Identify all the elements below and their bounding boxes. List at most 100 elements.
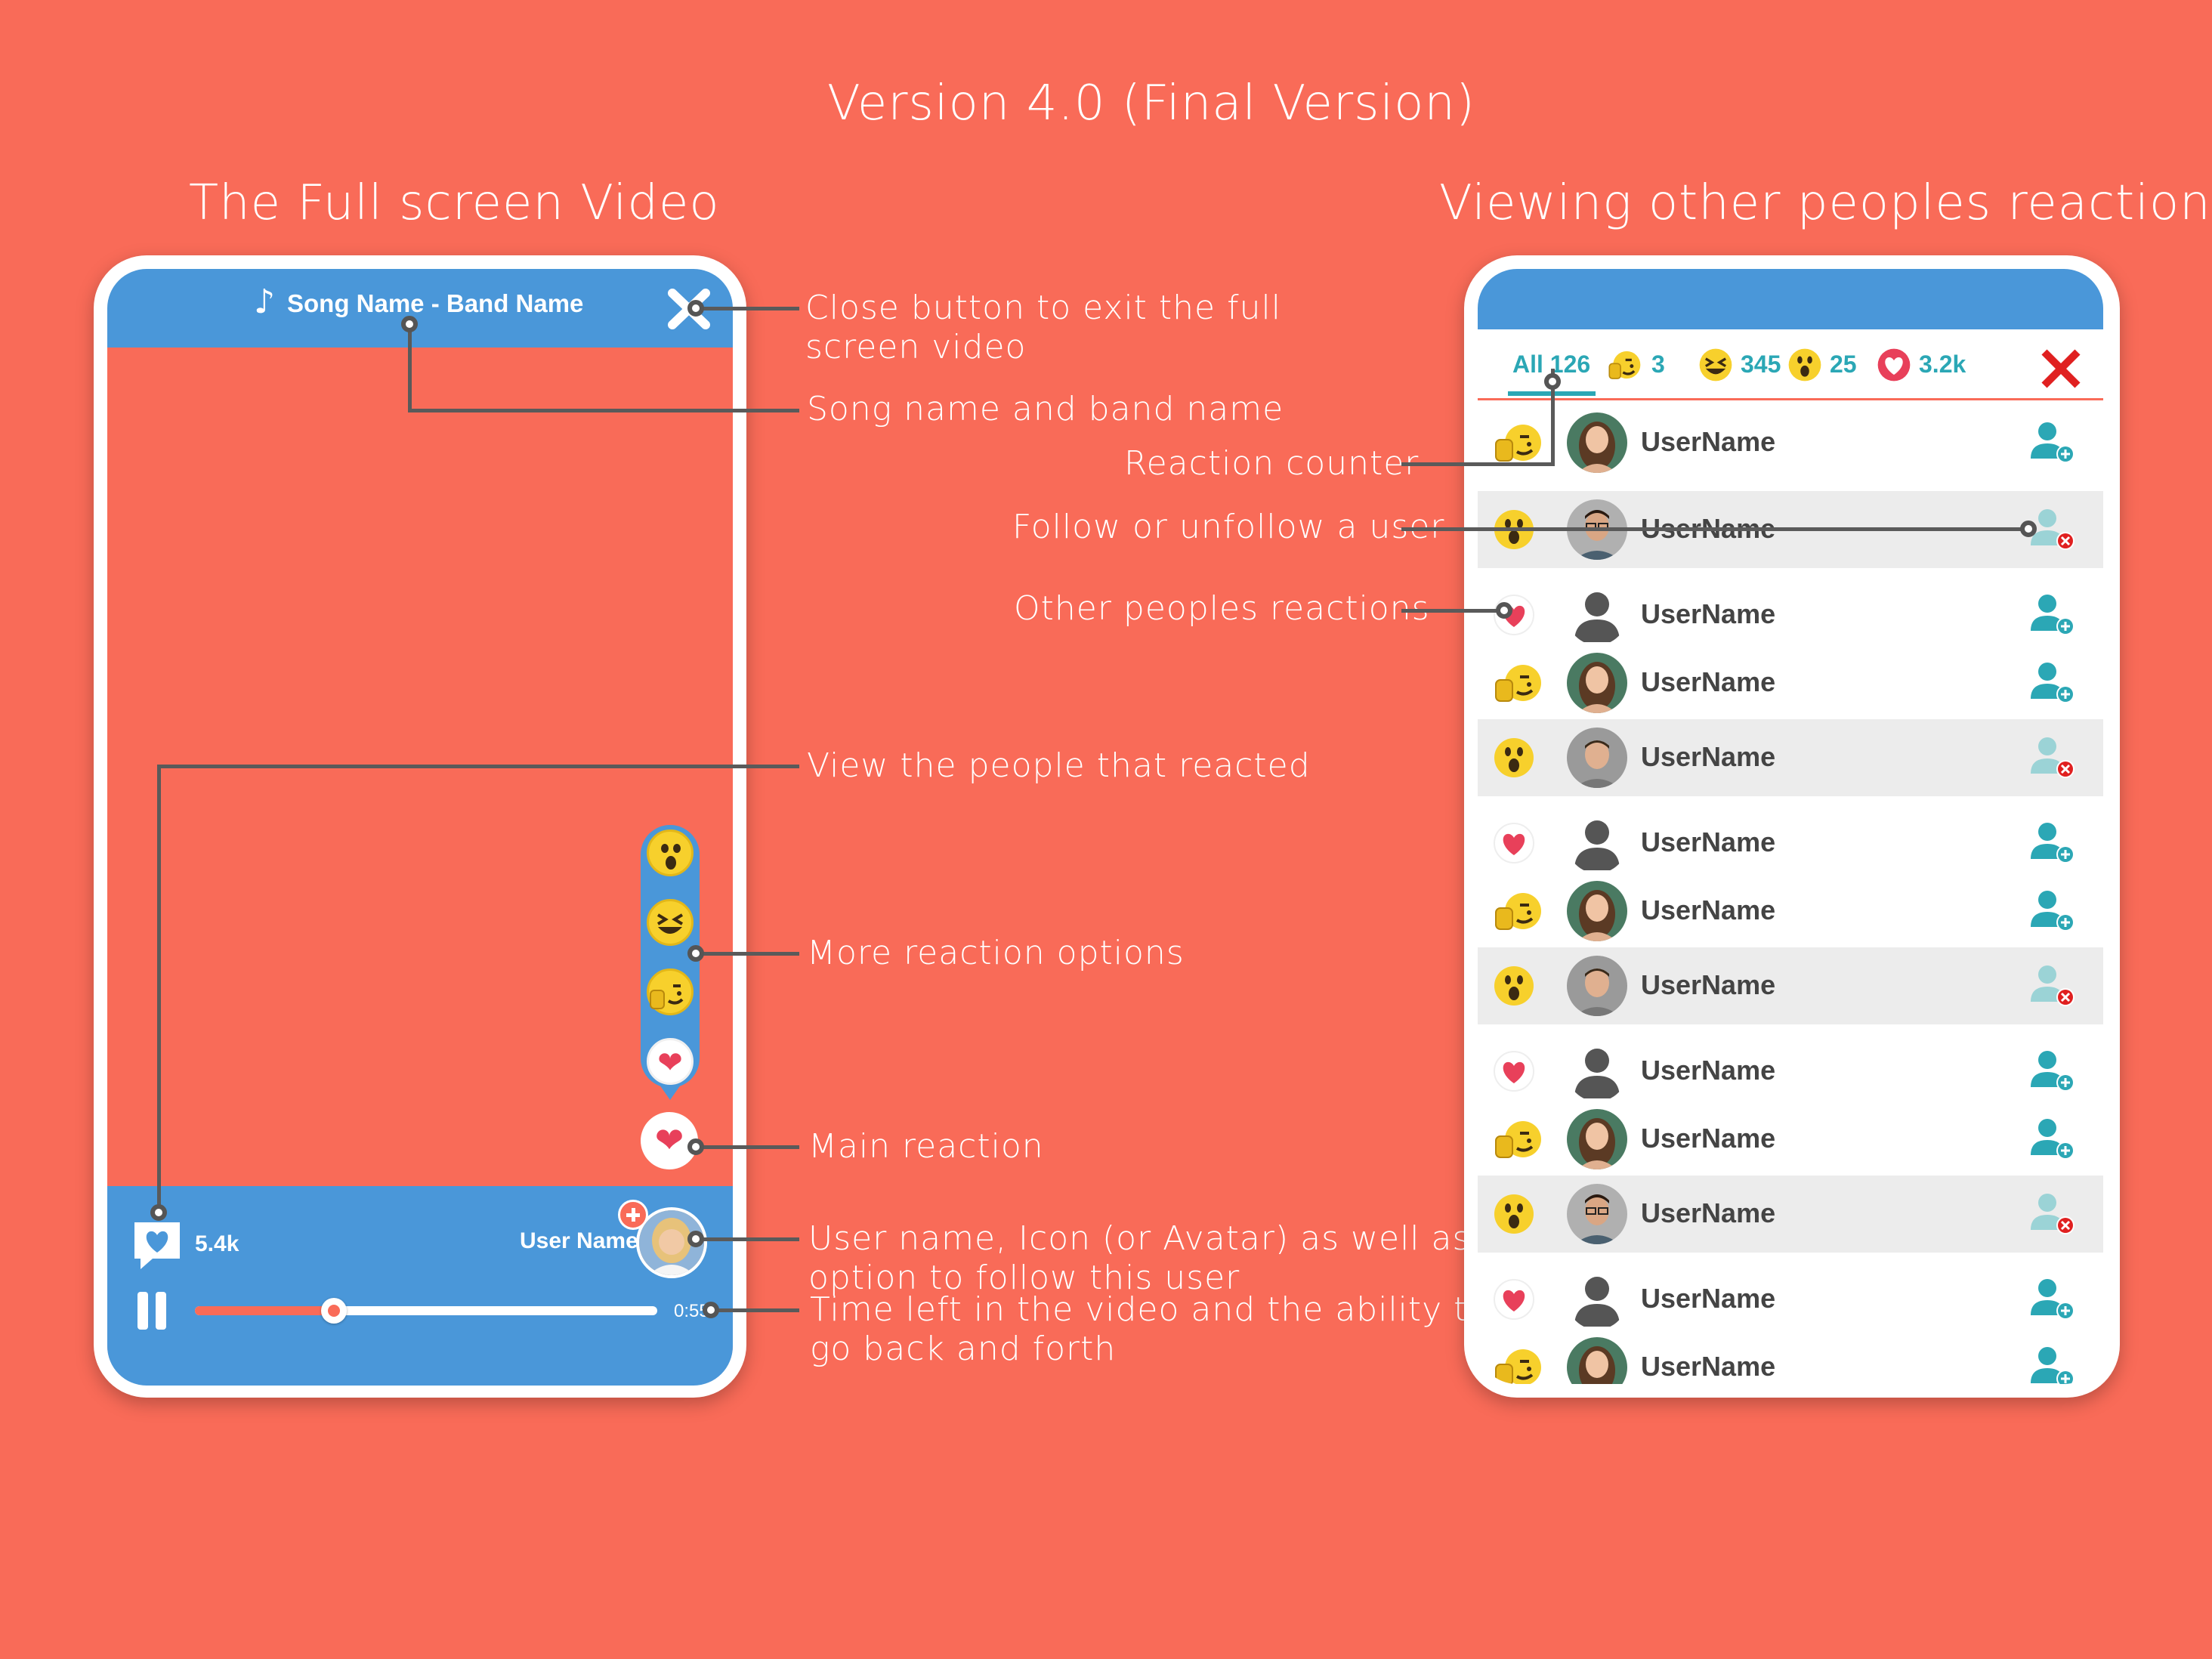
surprised-emoji[interactable]: [647, 830, 694, 876]
follow-callout-dot: [2020, 521, 2037, 537]
surprised-icon: [1788, 348, 1821, 382]
close-reactions-button[interactable]: [2040, 348, 2082, 390]
tab-thumbs-wink[interactable]: 3: [1605, 348, 1695, 385]
reaction-list-row[interactable]: UserName: [1478, 808, 2103, 878]
more-reactions-callout-dot: [687, 945, 704, 962]
view-reactors-button[interactable]: [130, 1218, 184, 1272]
heart-bubble-icon: [134, 1222, 180, 1269]
reaction-counter-callout-dot: [1544, 373, 1561, 390]
heart-reaction-icon: [1493, 1050, 1546, 1092]
heart-icon: [1877, 348, 1911, 382]
progress-handle[interactable]: [321, 1298, 347, 1324]
thumbs-wink-icon: [1608, 351, 1641, 379]
user-name[interactable]: UserName: [1641, 1123, 1775, 1154]
user-avatar[interactable]: [1567, 1184, 1627, 1244]
tab-laughing[interactable]: 345: [1698, 348, 1789, 385]
unfollow-user-button[interactable]: [2026, 731, 2079, 784]
reaction-list-row[interactable]: UserName: [1478, 1265, 2103, 1334]
follow-user-button[interactable]: [2026, 1273, 2079, 1326]
tabs-divider: [1478, 398, 2103, 400]
follow-user-plus-icon[interactable]: [618, 1200, 648, 1230]
progress-fill: [195, 1306, 334, 1315]
follow-user-button[interactable]: [2026, 1045, 2079, 1098]
reaction-list-row[interactable]: UserName: [1478, 1036, 2103, 1106]
tab-heart[interactable]: 3.2k: [1877, 348, 1975, 385]
user-avatar[interactable]: [1567, 881, 1627, 941]
music-note-icon: ♪: [254, 283, 276, 321]
song-callout-dot: [401, 316, 418, 332]
follow-user-button[interactable]: [2026, 817, 2079, 870]
user-name[interactable]: UserName: [1641, 969, 1775, 1001]
user-name[interactable]: UserName: [1641, 741, 1775, 773]
surprised-reaction-icon: [1493, 1193, 1546, 1235]
thumbs-wink-emoji[interactable]: [647, 969, 694, 1015]
user-avatar[interactable]: [1567, 653, 1627, 713]
user-name[interactable]: UserName: [1641, 894, 1775, 926]
more-reactions-annotation: More reaction options: [807, 934, 1185, 972]
tab-laughing-count: 345: [1741, 351, 1781, 378]
reaction-list-row[interactable]: UserName: [1478, 719, 2103, 796]
left-title: The Full screen Video: [189, 175, 720, 231]
thumbs-wink-reaction-icon: [1493, 890, 1546, 932]
unfollow-user-button[interactable]: [2026, 1188, 2079, 1240]
unfollow-user-button[interactable]: [2026, 959, 2079, 1012]
song-name-label: Song Name - Band Name: [287, 289, 584, 317]
user-name[interactable]: UserName: [1641, 598, 1775, 630]
thumbs-wink-reaction-icon: [1493, 662, 1546, 704]
follow-user-button[interactable]: [2026, 589, 2079, 641]
reaction-list-row[interactable]: UserName: [1478, 1333, 2103, 1384]
tab-surprised[interactable]: 25: [1787, 348, 1871, 385]
reaction-picker-pointer: [660, 1085, 681, 1100]
reaction-list-row[interactable]: UserName: [1478, 1104, 2103, 1174]
user-name[interactable]: UserName: [1641, 826, 1775, 858]
user-annotation-line1: User name, Icon (or Avatar) as well as t…: [808, 1219, 1539, 1258]
reaction-list[interactable]: UserName UserName UserName UserName UserName…: [1478, 408, 2103, 1384]
user-name[interactable]: UserName: [1641, 1283, 1775, 1315]
main-title: Version 4.0 (Final Version): [827, 76, 1475, 131]
follow-user-button[interactable]: [2026, 416, 2079, 469]
user-avatar[interactable]: [1567, 956, 1627, 1016]
user-name[interactable]: UserName: [1641, 1197, 1775, 1229]
user-name[interactable]: UserName: [1641, 1351, 1775, 1382]
user-avatar[interactable]: [1567, 728, 1627, 788]
user-name[interactable]: UserName: [1641, 426, 1775, 458]
reaction-list-row[interactable]: UserName: [1478, 947, 2103, 1024]
follow-annotation: Follow or unfollow a user: [1012, 508, 1445, 546]
time-annotation-line2: go back and forth: [810, 1330, 1117, 1368]
user-avatar[interactable]: [1567, 1337, 1627, 1384]
follow-user-button[interactable]: [2026, 656, 2079, 709]
surprised-reaction-icon: [1493, 965, 1546, 1007]
user-name[interactable]: UserName: [1641, 1055, 1775, 1086]
reaction-list-row[interactable]: UserName: [1478, 408, 2103, 477]
thumbs-wink-reaction-icon: [1493, 1346, 1546, 1384]
reaction-list-row[interactable]: UserName: [1478, 1176, 2103, 1253]
view-people-callout-dot: [150, 1204, 167, 1221]
follow-user-button[interactable]: [2026, 1341, 2079, 1384]
user-avatar[interactable]: [1567, 412, 1627, 473]
pause-button[interactable]: [134, 1292, 172, 1330]
user-avatar[interactable]: [1567, 1041, 1627, 1101]
laughing-icon: [1699, 348, 1732, 382]
reaction-list-row[interactable]: UserName: [1478, 648, 2103, 718]
time-annotation-line1: Time left in the video and the ability t…: [810, 1290, 1489, 1329]
laughing-emoji[interactable]: [647, 899, 694, 946]
user-avatar[interactable]: [1567, 1109, 1627, 1169]
close-callout-dot: [687, 300, 704, 317]
reaction-list-row[interactable]: UserName: [1478, 876, 2103, 946]
main-reaction-annotation: Main reaction: [808, 1127, 1044, 1166]
user-avatar[interactable]: [1567, 813, 1627, 873]
tab-heart-count: 3.2k: [1919, 351, 1966, 378]
surprised-reaction-icon: [1493, 737, 1546, 779]
user-avatar[interactable]: [1567, 585, 1627, 645]
heart-reaction-option[interactable]: ❤: [647, 1038, 694, 1085]
song-annotation: Song name and band name: [807, 390, 1284, 428]
reaction-list-row[interactable]: UserName: [1478, 580, 2103, 650]
follow-user-button[interactable]: [2026, 1113, 2079, 1166]
close-icon: [2041, 349, 2081, 388]
video-user-name: User Name: [520, 1228, 638, 1253]
thumbs-wink-reaction-icon: [1493, 422, 1546, 464]
user-name[interactable]: UserName: [1641, 666, 1775, 698]
follow-user-button[interactable]: [2026, 885, 2079, 938]
user-avatar[interactable]: [1567, 1269, 1627, 1330]
right-title: Viewing other peoples reactions: [1439, 175, 2212, 231]
